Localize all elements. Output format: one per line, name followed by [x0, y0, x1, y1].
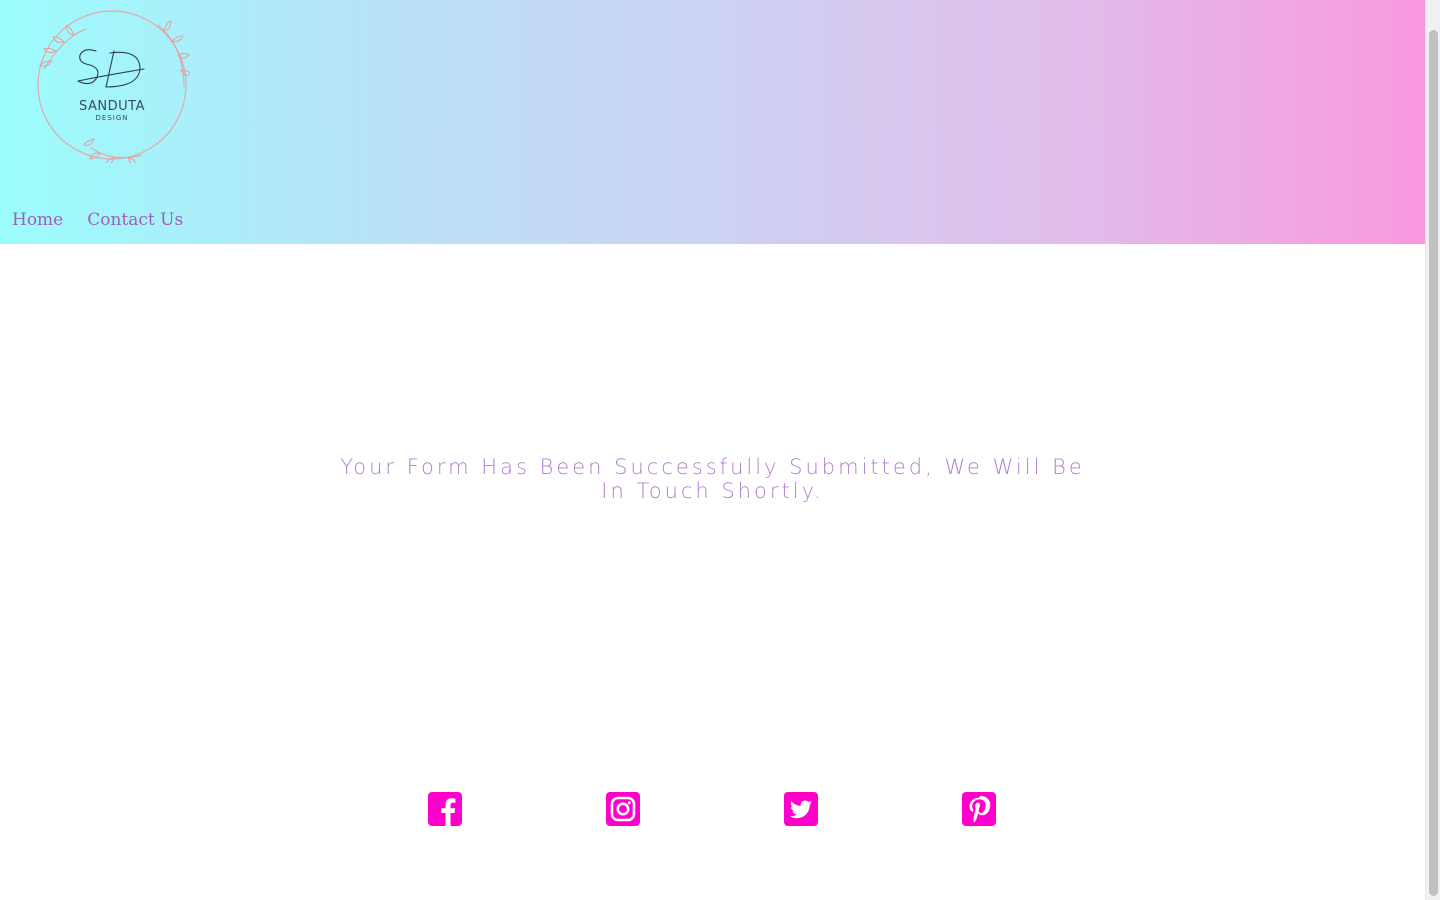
nav-item-home[interactable]: Home — [12, 210, 63, 230]
logo-subtitle-text: DESIGN — [96, 114, 129, 122]
logo-brand-text: SANDUTA — [79, 99, 145, 114]
page: SANDUTA DESIGN Home Contact Us Your Form… — [0, 0, 1425, 900]
pinterest-icon — [962, 792, 996, 826]
vertical-scrollbar[interactable] — [1425, 0, 1440, 900]
nav-item-contact-us[interactable]: Contact Us — [87, 210, 183, 230]
site-header: SANDUTA DESIGN Home Contact Us — [0, 0, 1425, 244]
instagram-link[interactable] — [606, 792, 640, 826]
instagram-icon — [606, 792, 640, 826]
facebook-link[interactable] — [428, 792, 462, 826]
facebook-icon — [428, 792, 462, 826]
main-nav: Home Contact Us — [12, 210, 183, 230]
pinterest-link[interactable] — [962, 792, 996, 826]
submission-confirmation-message: Your Form Has Been Successfully Submitte… — [340, 455, 1085, 503]
twitter-link[interactable] — [784, 792, 818, 826]
twitter-icon — [784, 792, 818, 826]
sanduta-design-logo[interactable]: SANDUTA DESIGN — [34, 7, 190, 163]
scrollbar-thumb[interactable] — [1429, 30, 1438, 896]
